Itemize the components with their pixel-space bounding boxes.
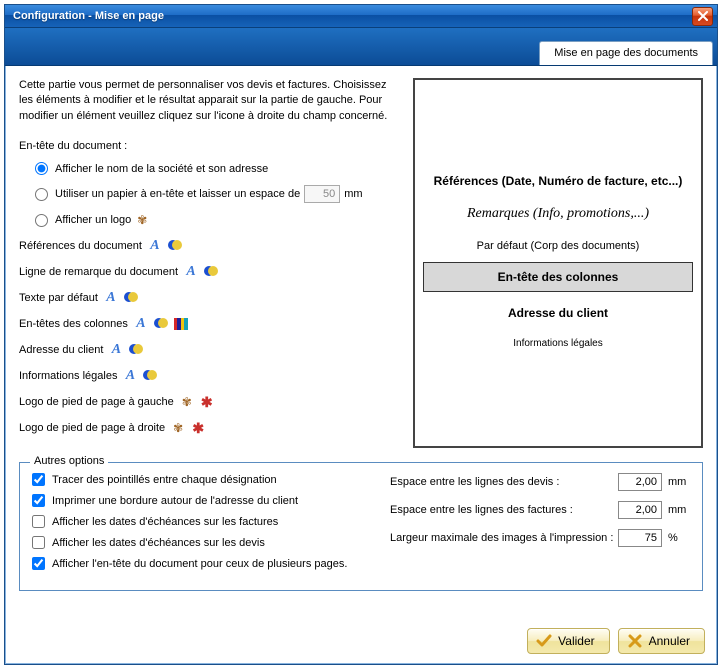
cancel-button[interactable]: Annuler	[618, 628, 705, 654]
radio-company-label: Afficher le nom de la société et son adr…	[55, 163, 268, 175]
delete-icon[interactable]: ✱	[191, 421, 205, 435]
item-default-text-label: Texte par défaut	[19, 292, 98, 304]
radio-logo[interactable]	[35, 214, 48, 227]
preview-legal: Informations légales	[423, 338, 693, 349]
chk-border[interactable]	[32, 494, 45, 507]
item-footer-logo-right-label: Logo de pied de page à droite	[19, 422, 165, 434]
cancel-label: Annuler	[649, 634, 690, 648]
close-button[interactable]	[692, 7, 713, 26]
close-icon	[698, 11, 708, 21]
radio-company[interactable]	[35, 162, 48, 175]
config-window: Configuration - Mise en page Mise en pag…	[4, 4, 718, 665]
butterfly-icon[interactable]: ✾	[171, 421, 185, 435]
chk-dotted-label: Tracer des pointillés entre chaque désig…	[52, 474, 277, 486]
item-footer-logo-left-label: Logo de pied de page à gauche	[19, 396, 174, 408]
chk-due-invoices-label: Afficher les dates d'échéances sur les f…	[52, 516, 278, 528]
butterfly-icon[interactable]: ✾	[180, 395, 194, 409]
other-options-legend: Autres options	[30, 455, 108, 467]
butterfly-icon[interactable]: ✾	[135, 213, 149, 227]
doc-header-label: En-tête du document :	[19, 140, 399, 152]
chk-due-quotes[interactable]	[32, 536, 45, 549]
color-icon[interactable]	[143, 369, 157, 383]
unit-mm: mm	[662, 476, 690, 488]
font-icon[interactable]: A	[123, 369, 137, 383]
item-remark-label: Ligne de remarque du document	[19, 266, 178, 278]
chk-due-quotes-label: Afficher les dates d'échéances sur les d…	[52, 537, 265, 549]
spacing-quote-label: Espace entre les lignes des devis :	[390, 476, 618, 488]
item-legal-label: Informations légales	[19, 370, 117, 382]
left-column: Cette partie vous permet de personnalise…	[19, 78, 399, 448]
img-width-label: Largeur maximale des images à l'impressi…	[390, 532, 618, 544]
tab-page-layout[interactable]: Mise en page des documents	[539, 41, 713, 65]
chk-header-multipage[interactable]	[32, 557, 45, 570]
preview-default-body: Par défaut (Corp des documents)	[423, 240, 693, 252]
radio-letterhead-label: Utiliser un papier à en-tête et laisser …	[55, 188, 300, 200]
letterhead-space-input	[304, 185, 340, 203]
chk-dotted[interactable]	[32, 473, 45, 486]
header-band: Mise en page des documents	[5, 28, 717, 66]
spacing-invoice-input[interactable]	[618, 501, 662, 519]
unit-mm: mm	[662, 504, 690, 516]
delete-icon[interactable]: ✱	[200, 395, 214, 409]
item-client-addr-label: Adresse du client	[19, 344, 103, 356]
item-col-headers-label: En-têtes des colonnes	[19, 318, 128, 330]
spacing-invoice-label: Espace entre les lignes des factures :	[390, 504, 618, 516]
validate-label: Valider	[558, 634, 594, 648]
radio-letterhead[interactable]	[35, 188, 48, 201]
chk-due-invoices[interactable]	[32, 515, 45, 528]
img-width-input[interactable]	[618, 529, 662, 547]
chk-header-multipage-label: Afficher l'en-tête du document pour ceux…	[52, 558, 347, 570]
font-icon[interactable]: A	[104, 291, 118, 305]
preview-remarks: Remarques (Info, promotions,...)	[423, 206, 693, 222]
font-icon[interactable]: A	[109, 343, 123, 357]
content-area: Cette partie vous permet de personnalise…	[5, 66, 717, 664]
letterhead-space-unit: mm	[344, 188, 362, 200]
color-icon[interactable]	[204, 265, 218, 279]
preview-references: Références (Date, Numéro de facture, etc…	[423, 174, 693, 188]
color-icon[interactable]	[129, 343, 143, 357]
item-references-label: Références du document	[19, 240, 142, 252]
font-icon[interactable]: A	[148, 239, 162, 253]
window-title: Configuration - Mise en page	[9, 10, 692, 22]
validate-button[interactable]: Valider	[527, 628, 609, 654]
preview-client-addr: Adresse du client	[423, 306, 693, 320]
dialog-footer: Valider Annuler	[527, 628, 705, 654]
color-icon[interactable]	[154, 317, 168, 331]
radio-logo-label: Afficher un logo	[55, 214, 131, 226]
cancel-icon	[627, 633, 643, 649]
color-icon[interactable]	[168, 239, 182, 253]
other-options-fieldset: Autres options Tracer des pointillés ent…	[19, 462, 703, 591]
document-preview: Références (Date, Numéro de facture, etc…	[413, 78, 703, 448]
titlebar: Configuration - Mise en page	[5, 5, 717, 28]
chk-border-label: Imprimer une bordure autour de l'adresse…	[52, 495, 298, 507]
spacing-quote-input[interactable]	[618, 473, 662, 491]
preview-col-header: En-tête des colonnes	[423, 262, 693, 292]
intro-text: Cette partie vous permet de personnalise…	[19, 78, 399, 124]
font-icon[interactable]: A	[184, 265, 198, 279]
color-icon[interactable]	[124, 291, 138, 305]
unit-pct: %	[662, 532, 690, 544]
check-icon	[536, 633, 552, 649]
font-icon[interactable]: A	[134, 317, 148, 331]
column-colors-icon[interactable]	[174, 317, 188, 331]
